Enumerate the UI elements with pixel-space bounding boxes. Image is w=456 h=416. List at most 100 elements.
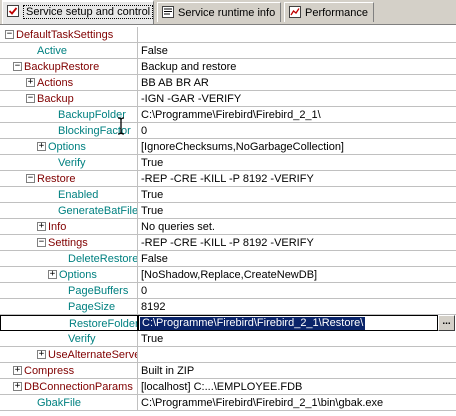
property-row[interactable]: + Actions BB AB BR AR xyxy=(0,75,456,91)
property-row[interactable]: − Backup -IGN -GAR -VERIFY xyxy=(0,91,456,107)
expand-icon[interactable]: + xyxy=(37,222,46,231)
property-value-cell[interactable] xyxy=(138,27,456,43)
property-name-cell[interactable]: Enabled xyxy=(0,187,138,203)
property-name-cell[interactable]: Verify xyxy=(0,155,138,171)
property-row[interactable]: Enabled True xyxy=(0,187,456,203)
property-name-cell[interactable]: GbakFile xyxy=(0,395,138,411)
property-name-label: Info xyxy=(48,221,67,233)
property-value-cell[interactable]: C:\Programme\Firebird\Firebird_2_1\bin\g… xyxy=(138,395,456,411)
property-row[interactable]: + UseAlternateServe xyxy=(0,347,456,363)
monitor-icon xyxy=(162,5,174,18)
expand-icon[interactable]: + xyxy=(26,78,35,87)
tab-performance[interactable]: Performance xyxy=(284,2,374,22)
property-value-cell[interactable]: 0 xyxy=(138,283,456,299)
property-value-cell[interactable]: No queries set. xyxy=(138,219,456,235)
property-value-cell[interactable]: -IGN -GAR -VERIFY xyxy=(138,91,456,107)
expand-icon[interactable]: + xyxy=(13,382,22,391)
expand-icon[interactable]: + xyxy=(37,350,46,359)
property-row[interactable]: + DBConnectionParams [localhost] C:...\EMP… xyxy=(0,379,456,395)
property-name-label: Verify xyxy=(68,333,96,345)
property-name-cell[interactable]: + Actions xyxy=(0,75,138,91)
property-row[interactable]: − BackupRestore Backup and restore xyxy=(0,59,456,75)
property-name-cell[interactable]: DeleteRestored xyxy=(0,251,138,267)
property-value-cell[interactable]: -REP -CRE -KILL -P 8192 -VERIFY xyxy=(138,171,456,187)
expand-icon[interactable]: + xyxy=(48,270,57,279)
property-row[interactable]: RestoreFolder C:\Programme\Firebird\Fireb… xyxy=(0,315,456,331)
property-value-cell[interactable]: True xyxy=(138,187,456,203)
property-row[interactable]: + Options [IgnoreChecksums,NoGarbageCollec… xyxy=(0,139,456,155)
property-value-cell[interactable]: False xyxy=(138,251,456,267)
property-row[interactable]: Verify True xyxy=(0,155,456,171)
property-name-label: BackupRestore xyxy=(24,61,100,73)
property-name-label: RestoreFolder xyxy=(69,318,138,330)
property-row[interactable]: − Settings -REP -CRE -KILL -P 8192 -VERIF… xyxy=(0,235,456,251)
property-value-cell[interactable]: True xyxy=(138,155,456,171)
property-grid[interactable]: − DefaultTaskSettings Active False − BackupRe… xyxy=(0,24,456,416)
property-name-cell[interactable]: + Compress xyxy=(0,363,138,379)
tab-strip: Service setup and control Service runtim… xyxy=(0,0,456,24)
property-name-cell[interactable]: − Settings xyxy=(0,235,138,251)
property-value-cell[interactable]: 0 xyxy=(138,123,456,139)
expand-icon[interactable]: + xyxy=(13,366,22,375)
property-name-label: Options xyxy=(48,141,86,153)
property-row[interactable]: + Options [NoShadow,Replace,CreateNewDB] xyxy=(0,267,456,283)
collapse-icon[interactable]: − xyxy=(13,62,22,71)
property-name-label: Verify xyxy=(58,157,86,169)
collapse-icon[interactable]: − xyxy=(26,94,35,103)
property-name-label: PageBuffers xyxy=(68,285,129,297)
property-value-selected-text: C:\Programme\Firebird\Firebird_2_1\Resto… xyxy=(140,317,366,330)
property-value-cell[interactable] xyxy=(138,347,456,363)
property-row[interactable]: Active False xyxy=(0,43,456,59)
property-value-cell[interactable]: False xyxy=(138,43,456,59)
collapse-icon[interactable]: − xyxy=(26,174,35,183)
property-value-cell[interactable]: Backup and restore xyxy=(138,59,456,75)
property-name-cell[interactable]: + Options xyxy=(0,267,138,283)
property-value-cell[interactable]: [IgnoreChecksums,NoGarbageCollection] xyxy=(138,139,456,155)
expand-icon[interactable]: + xyxy=(37,142,46,151)
property-row[interactable]: DeleteRestored False xyxy=(0,251,456,267)
property-row[interactable]: PageBuffers 0 xyxy=(0,283,456,299)
collapse-icon[interactable]: − xyxy=(37,238,46,247)
property-row[interactable]: PageSize 8192 xyxy=(0,299,456,315)
property-row[interactable]: + Info No queries set. xyxy=(0,219,456,235)
property-name-cell[interactable]: − Restore xyxy=(0,171,138,187)
property-name-label: UseAlternateServe xyxy=(48,349,138,361)
property-row[interactable]: + Compress Built in ZIP xyxy=(0,363,456,379)
property-value-cell[interactable]: True xyxy=(138,203,456,219)
property-name-cell[interactable]: + Options xyxy=(0,139,138,155)
property-name-cell[interactable]: + UseAlternateServe xyxy=(0,347,138,363)
property-name-cell[interactable]: PageBuffers xyxy=(0,283,138,299)
property-name-cell[interactable]: + Info xyxy=(0,219,138,235)
property-value-cell[interactable]: 8192 xyxy=(138,299,456,315)
property-value-cell[interactable]: [localhost] C:...\EMPLOYEE.FDB xyxy=(138,379,456,395)
property-row[interactable]: BlockingFactor 0 xyxy=(0,123,456,139)
property-row[interactable]: − Restore -REP -CRE -KILL -P 8192 -VERIFY xyxy=(0,171,456,187)
property-name-cell[interactable]: − DefaultTaskSettings xyxy=(0,27,138,43)
property-name-cell[interactable]: GenerateBatFile xyxy=(0,203,138,219)
tab-service-setup[interactable]: Service setup and control xyxy=(2,0,154,24)
property-row[interactable]: − DefaultTaskSettings xyxy=(0,27,456,43)
property-name-label: Options xyxy=(59,269,97,281)
property-value-cell[interactable]: True xyxy=(138,331,456,347)
property-name-cell[interactable]: Verify xyxy=(0,331,138,347)
property-value-cell[interactable]: Built in ZIP xyxy=(138,363,456,379)
property-name-cell[interactable]: RestoreFolder xyxy=(0,315,138,331)
collapse-icon[interactable]: − xyxy=(5,30,14,39)
property-name-cell[interactable]: − Backup xyxy=(0,91,138,107)
property-value-editor[interactable]: C:\Programme\Firebird\Firebird_2_1\Resto… xyxy=(138,315,438,331)
property-name-cell[interactable]: − BackupRestore xyxy=(0,59,138,75)
browse-ellipsis-button[interactable]: ... xyxy=(438,315,455,331)
property-value-cell[interactable]: -REP -CRE -KILL -P 8192 -VERIFY xyxy=(138,235,456,251)
property-row[interactable]: BackupFolder C:\Programme\Firebird\Firebi… xyxy=(0,107,456,123)
property-name-cell[interactable]: + DBConnectionParams xyxy=(0,379,138,395)
property-name-cell[interactable]: PageSize xyxy=(0,299,138,315)
property-row[interactable]: GbakFile C:\Programme\Firebird\Firebird_2… xyxy=(0,395,456,411)
property-value-cell[interactable]: C:\Programme\Firebird\Firebird_2_1\ xyxy=(138,107,456,123)
property-row[interactable]: Verify True xyxy=(0,331,456,347)
property-name-label: Settings xyxy=(48,237,88,249)
property-row[interactable]: GenerateBatFile True xyxy=(0,203,456,219)
tab-service-runtime-info[interactable]: Service runtime info xyxy=(157,2,281,22)
property-value-cell[interactable]: BB AB BR AR xyxy=(138,75,456,91)
property-value-cell[interactable]: [NoShadow,Replace,CreateNewDB] xyxy=(138,267,456,283)
property-name-cell[interactable]: Active xyxy=(0,43,138,59)
